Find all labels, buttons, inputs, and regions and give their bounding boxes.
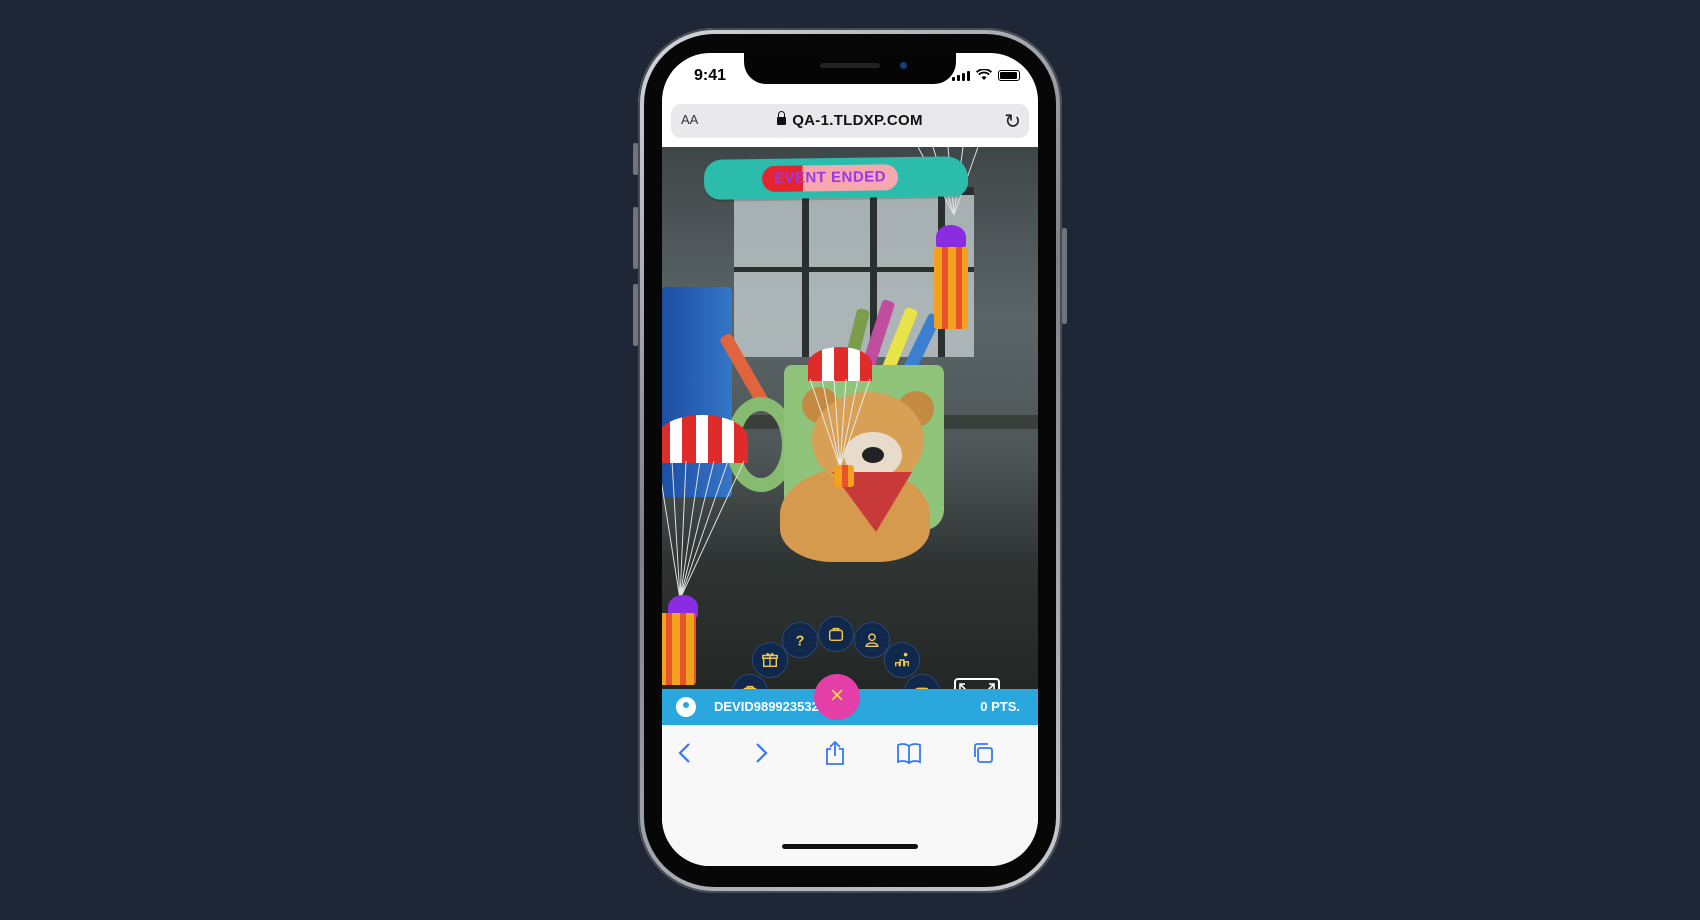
lock-icon [777, 111, 787, 125]
earpiece-speaker [820, 63, 880, 68]
url-display[interactable]: QA-1.TLDXP.COM [671, 111, 1029, 129]
parachute-icon[interactable] [662, 415, 748, 463]
silent-switch [633, 143, 638, 175]
battery-icon [998, 70, 1020, 81]
gift-icon [762, 653, 778, 668]
volume-down-button [633, 284, 638, 346]
close-menu-button[interactable]: × [814, 674, 860, 720]
help-button[interactable]: ? [782, 622, 818, 658]
notch [744, 53, 956, 84]
parachute-lines [662, 461, 745, 600]
event-banner: EVENT ENDED [703, 156, 969, 200]
cellular-signal-icon [952, 71, 970, 81]
volume-up-button [633, 207, 638, 269]
points-display: 0 PTS. [980, 699, 1020, 714]
browser-toolbar [662, 725, 1038, 866]
leaderboard-icon [894, 652, 910, 667]
wifi-icon [976, 69, 992, 80]
gift-bow-icon [936, 225, 966, 249]
window-bar [802, 187, 809, 357]
share-icon [826, 740, 844, 765]
avatar[interactable] [676, 697, 696, 717]
forward-icon [756, 743, 768, 763]
gift-box-icon[interactable] [934, 247, 968, 329]
parachute-lines [809, 379, 871, 468]
back-button[interactable] [670, 739, 700, 767]
share-button[interactable] [820, 739, 850, 767]
profile-icon [865, 633, 879, 648]
bookmarks-button[interactable] [894, 739, 924, 767]
tabs-icon [974, 743, 993, 763]
svg-text:?: ? [796, 633, 805, 649]
power-button [1062, 228, 1067, 324]
tabs-button[interactable] [968, 739, 998, 767]
front-camera [900, 62, 907, 69]
shop-icon [828, 627, 844, 642]
shop-button[interactable] [818, 616, 854, 652]
bookmarks-icon [897, 743, 921, 764]
ar-camera-view[interactable]: EVENT ENDED ? × [662, 147, 1038, 758]
gift-box-icon[interactable] [662, 613, 696, 685]
leaderboard-button[interactable] [884, 642, 920, 678]
parachute-icon[interactable] [808, 347, 872, 381]
reload-icon[interactable]: ↻ [1004, 109, 1021, 134]
help-icon: ? [796, 633, 805, 649]
address-bar[interactable]: AA QA-1.TLDXP.COM ↻ [671, 104, 1029, 138]
url-text: QA-1.TLDXP.COM [792, 112, 923, 129]
forward-button[interactable] [746, 739, 776, 767]
status-icons [952, 69, 1020, 81]
phone-screen: 9:41 AA QA-1.TLDXP.COM ↻ EVENT ENDED ? ×… [662, 53, 1038, 866]
home-indicator [782, 844, 918, 849]
back-icon [678, 743, 690, 763]
event-status-badge: EVENT ENDED [761, 164, 899, 193]
gift-box-icon[interactable] [834, 465, 854, 487]
status-time: 9:41 [694, 67, 727, 84]
